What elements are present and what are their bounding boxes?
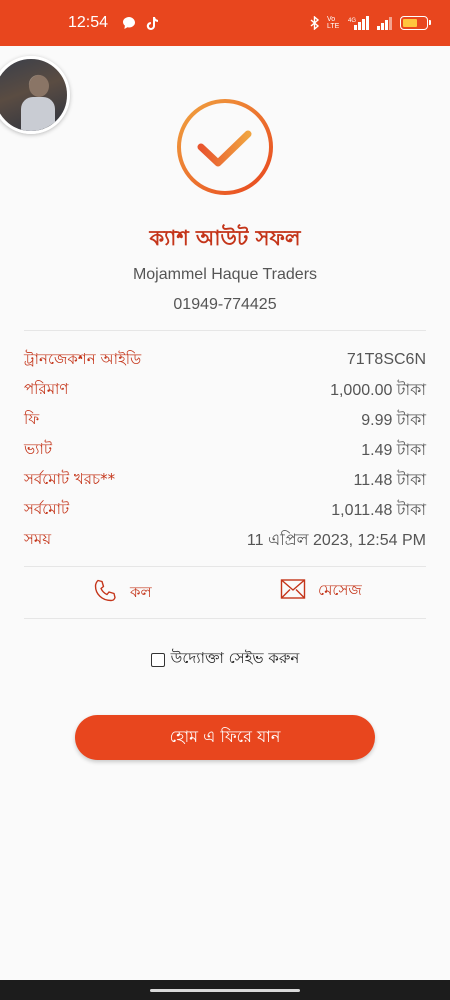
- home-button[interactable]: হোম এ ফিরে যান: [75, 715, 375, 760]
- volte-icon: Vo LTE: [327, 16, 340, 30]
- save-merchant-label: উদ্যোক্তা সেইভ করুন: [170, 649, 300, 667]
- message-label: মেসেজ: [318, 580, 362, 599]
- envelope-icon: [280, 578, 306, 604]
- chat-bubble-icon: [122, 16, 136, 30]
- phone-icon: [92, 578, 118, 608]
- detail-label: সময়: [24, 529, 52, 548]
- bluetooth-icon: [310, 16, 320, 30]
- detail-label: সর্বমোট খরচ**: [24, 469, 116, 488]
- call-button[interactable]: কল: [92, 578, 152, 608]
- detail-row-fee: ফি 9.99 টাকা: [24, 405, 426, 435]
- detail-label: পরিমাণ: [24, 379, 69, 398]
- divider: [24, 618, 426, 619]
- detail-label: সর্বমোট: [24, 499, 70, 518]
- save-merchant-checkbox[interactable]: [150, 652, 165, 667]
- call-label: কল: [130, 582, 152, 601]
- detail-row-total-charge: সর্বমোট খরচ** 11.48 টাকা: [24, 465, 426, 495]
- system-nav-bar: [0, 980, 450, 1000]
- transaction-details: ট্রানজেকশন আইডি 71T8SC6N পরিমাণ 1,000.00…: [24, 345, 426, 555]
- battery-icon: [400, 16, 431, 30]
- divider: [24, 330, 426, 331]
- message-button[interactable]: মেসেজ: [280, 578, 362, 604]
- merchant-name: Mojammel Haque Traders: [132, 266, 318, 283]
- detail-value: 11.48 টাকা: [353, 471, 427, 489]
- avatar[interactable]: [0, 56, 70, 134]
- status-bar: 12:54 Vo LTE 4G: [0, 0, 450, 46]
- signal-4g-icon: 4G: [348, 16, 370, 30]
- tiktok-icon: [146, 16, 159, 31]
- detail-value: 1,011.48 টাকা: [331, 501, 426, 519]
- detail-label: ভ্যাট: [24, 439, 53, 458]
- detail-row-vat: ভ্যাট 1.49 টাকা: [24, 435, 426, 465]
- svg-text:4G: 4G: [348, 18, 356, 24]
- detail-value: 71T8SC6N: [346, 351, 426, 368]
- save-merchant-row[interactable]: উদ্যোক্তা সেইভ করুন: [0, 647, 450, 672]
- page-title: ক্যাশ আউট সফল: [149, 226, 301, 250]
- detail-row-total: সর্বমোট 1,011.48 টাকা: [24, 495, 426, 525]
- divider: [24, 566, 426, 567]
- status-time: 12:54: [68, 14, 109, 31]
- detail-value: 9.99 টাকা: [361, 411, 426, 429]
- merchant-phone: 01949-774425: [173, 296, 277, 313]
- detail-value: 11 এপ্রিল 2023, 12:54 PM: [246, 531, 426, 549]
- detail-label: ফি: [24, 409, 40, 428]
- home-gesture-handle[interactable]: [150, 989, 300, 992]
- detail-value: 1.49 টাকা: [361, 441, 426, 459]
- detail-row-transaction-id: ট্রানজেকশন আইডি 71T8SC6N: [24, 345, 426, 375]
- signal-icon: [377, 16, 393, 30]
- detail-label: ট্রানজেকশন আইডি: [24, 349, 142, 368]
- detail-value: 1,000.00 টাকা: [330, 381, 426, 399]
- detail-row-time: সময় 11 এপ্রিল 2023, 12:54 PM: [24, 525, 426, 555]
- success-check-icon: [175, 97, 275, 197]
- detail-row-amount: পরিমাণ 1,000.00 টাকা: [24, 375, 426, 405]
